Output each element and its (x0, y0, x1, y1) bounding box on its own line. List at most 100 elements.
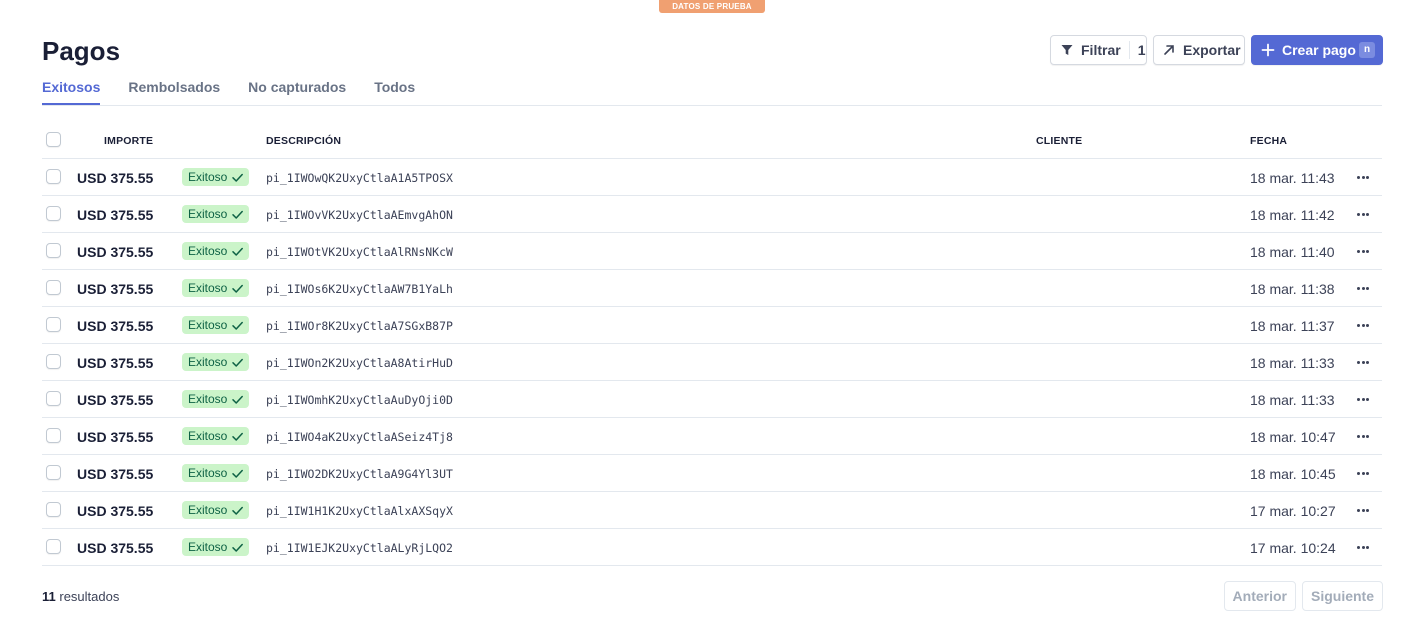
checkmark-icon (232, 395, 244, 404)
payment-amount: USD 375.55 (77, 281, 154, 297)
row-checkbox[interactable] (46, 391, 61, 406)
payment-description: pi_1IWOs6K2UxyCtlaAW7B1YaLh (266, 282, 453, 296)
keyboard-shortcut-badge: n (1359, 42, 1375, 58)
more-actions-icon[interactable] (1355, 389, 1371, 409)
page-title: Pagos (42, 36, 121, 66)
pagination: Anterior Siguiente (1223, 581, 1383, 611)
filter-divider (1128, 41, 1130, 59)
status-badge: Exitoso (182, 316, 249, 334)
checkmark-icon (232, 543, 244, 552)
payment-description: pi_1IWO2DK2UxyCtlaA9G4Yl3UT (266, 467, 453, 481)
status-label: Exitoso (188, 170, 228, 184)
row-checkbox[interactable] (46, 428, 61, 443)
table-row[interactable]: USD 375.55 Exitoso pi_1IWOtVK2UxyCtlaAlRNs… (42, 233, 1382, 270)
more-actions-icon[interactable] (1355, 241, 1371, 261)
table-row[interactable]: USD 375.55 Exitoso pi_1IW1H1K2UxyCtlaAlxAX… (42, 492, 1382, 529)
row-checkbox[interactable] (46, 539, 61, 554)
tab-no-capturados[interactable]: No capturados (248, 79, 346, 105)
status-badge: Exitoso (182, 427, 249, 445)
status-badge: Exitoso (182, 205, 249, 223)
table-row[interactable]: USD 375.55 Exitoso pi_1IWOvVK2UxyCtlaAEmvg… (42, 196, 1382, 233)
payment-description: pi_1IWOr8K2UxyCtlaA7SGxB87P (266, 319, 453, 333)
more-actions-icon[interactable] (1355, 278, 1371, 298)
status-badge: Exitoso (182, 353, 249, 371)
table-row[interactable]: USD 375.55 Exitoso pi_1IWO2DK2UxyCtlaA9G4Y… (42, 455, 1382, 492)
table-row[interactable]: USD 375.55 Exitoso pi_1IWOwQK2UxyCtlaA1A5T… (42, 159, 1382, 196)
row-checkbox[interactable] (46, 169, 61, 184)
status-tabs: Exitosos Rembolsados No capturados Todos (42, 79, 443, 105)
payment-description: pi_1IWOwQK2UxyCtlaA1A5TPOSX (266, 171, 453, 185)
table-row[interactable]: USD 375.55 Exitoso pi_1IWO4aK2UxyCtlaASeiz… (42, 418, 1382, 455)
row-checkbox[interactable] (46, 465, 61, 480)
filter-label: Filtrar (1081, 42, 1121, 58)
table-row[interactable]: USD 375.55 Exitoso pi_1IWOr8K2UxyCtlaA7SGx… (42, 307, 1382, 344)
checkmark-icon (232, 432, 244, 441)
status-label: Exitoso (188, 503, 228, 517)
table-row[interactable]: USD 375.55 Exitoso pi_1IWOs6K2UxyCtlaAW7B1… (42, 270, 1382, 307)
table-row[interactable]: USD 375.55 Exitoso pi_1IWOmhK2UxyCtlaAuDyO… (42, 381, 1382, 418)
more-actions-icon[interactable] (1355, 204, 1371, 224)
column-header-description: DESCRIPCIÓN (266, 135, 342, 147)
table-row[interactable]: USD 375.55 Exitoso pi_1IW1EJK2UxyCtlaALyRj… (42, 529, 1382, 566)
status-label: Exitoso (188, 466, 228, 480)
column-header-amount: IMPORTE (104, 135, 154, 147)
status-badge: Exitoso (182, 390, 249, 408)
payment-amount: USD 375.55 (77, 318, 154, 334)
export-button[interactable]: Exportar (1153, 35, 1245, 65)
status-badge: Exitoso (182, 242, 249, 260)
filter-icon (1061, 45, 1073, 55)
tabs-divider (42, 105, 1382, 106)
more-actions-icon[interactable] (1355, 500, 1371, 520)
plus-icon (1261, 43, 1275, 57)
checkmark-icon (232, 358, 244, 367)
row-checkbox[interactable] (46, 502, 61, 517)
tab-rembolsados[interactable]: Rembolsados (128, 79, 220, 105)
tab-exitosos[interactable]: Exitosos (42, 79, 101, 105)
payment-description: pi_1IW1EJK2UxyCtlaALyRjLQO2 (266, 541, 453, 555)
status-label: Exitoso (188, 207, 228, 221)
checkmark-icon (232, 247, 244, 256)
filter-button[interactable]: Filtrar 1 (1050, 35, 1147, 65)
status-label: Exitoso (188, 244, 228, 258)
row-checkbox[interactable] (46, 280, 61, 295)
more-actions-icon[interactable] (1355, 537, 1371, 557)
row-checkbox[interactable] (46, 243, 61, 258)
checkmark-icon (232, 321, 244, 330)
payment-description: pi_1IWOvVK2UxyCtlaAEmvgAhON (266, 208, 453, 222)
results-count: 11 resultados (42, 589, 119, 604)
payment-description: pi_1IWO4aK2UxyCtlaASeiz4Tj8 (266, 430, 453, 444)
more-actions-icon[interactable] (1355, 426, 1371, 446)
more-actions-icon[interactable] (1355, 463, 1371, 483)
payment-amount: USD 375.55 (77, 244, 154, 260)
more-actions-icon[interactable] (1355, 352, 1371, 372)
payment-amount: USD 375.55 (77, 355, 154, 371)
next-page-button[interactable]: Siguiente (1301, 581, 1383, 611)
payments-table: IMPORTE DESCRIPCIÓN CLIENTE FECHA USD 37… (42, 122, 1382, 566)
payment-amount: USD 375.55 (77, 540, 154, 556)
payment-date: 17 mar. 10:27 (1250, 503, 1336, 519)
payment-date: 18 mar. 11:43 (1250, 170, 1335, 186)
more-actions-icon[interactable] (1355, 315, 1371, 335)
payment-amount: USD 375.55 (77, 503, 154, 519)
payment-date: 18 mar. 11:42 (1250, 207, 1335, 223)
table-header: IMPORTE DESCRIPCIÓN CLIENTE FECHA (42, 122, 1382, 159)
payment-date: 18 mar. 11:38 (1250, 281, 1335, 297)
export-label: Exportar (1183, 42, 1241, 58)
table-row[interactable]: USD 375.55 Exitoso pi_1IWOn2K2UxyCtlaA8Ati… (42, 344, 1382, 381)
select-all-checkbox[interactable] (46, 132, 61, 147)
tab-todos[interactable]: Todos (374, 79, 415, 105)
more-actions-icon[interactable] (1355, 167, 1371, 187)
payment-amount: USD 375.55 (77, 170, 154, 186)
create-payment-button[interactable]: Crear pago n (1251, 35, 1383, 65)
payment-date: 18 mar. 11:40 (1250, 244, 1335, 260)
payment-amount: USD 375.55 (77, 207, 154, 223)
row-checkbox[interactable] (46, 206, 61, 221)
checkmark-icon (232, 284, 244, 293)
previous-page-button[interactable]: Anterior (1223, 581, 1296, 611)
status-label: Exitoso (188, 318, 228, 332)
payment-description: pi_1IWOmhK2UxyCtlaAuDyOji0D (266, 393, 453, 407)
row-checkbox[interactable] (46, 354, 61, 369)
row-checkbox[interactable] (46, 317, 61, 332)
create-payment-label: Crear pago (1282, 42, 1356, 58)
checkmark-icon (232, 506, 244, 515)
